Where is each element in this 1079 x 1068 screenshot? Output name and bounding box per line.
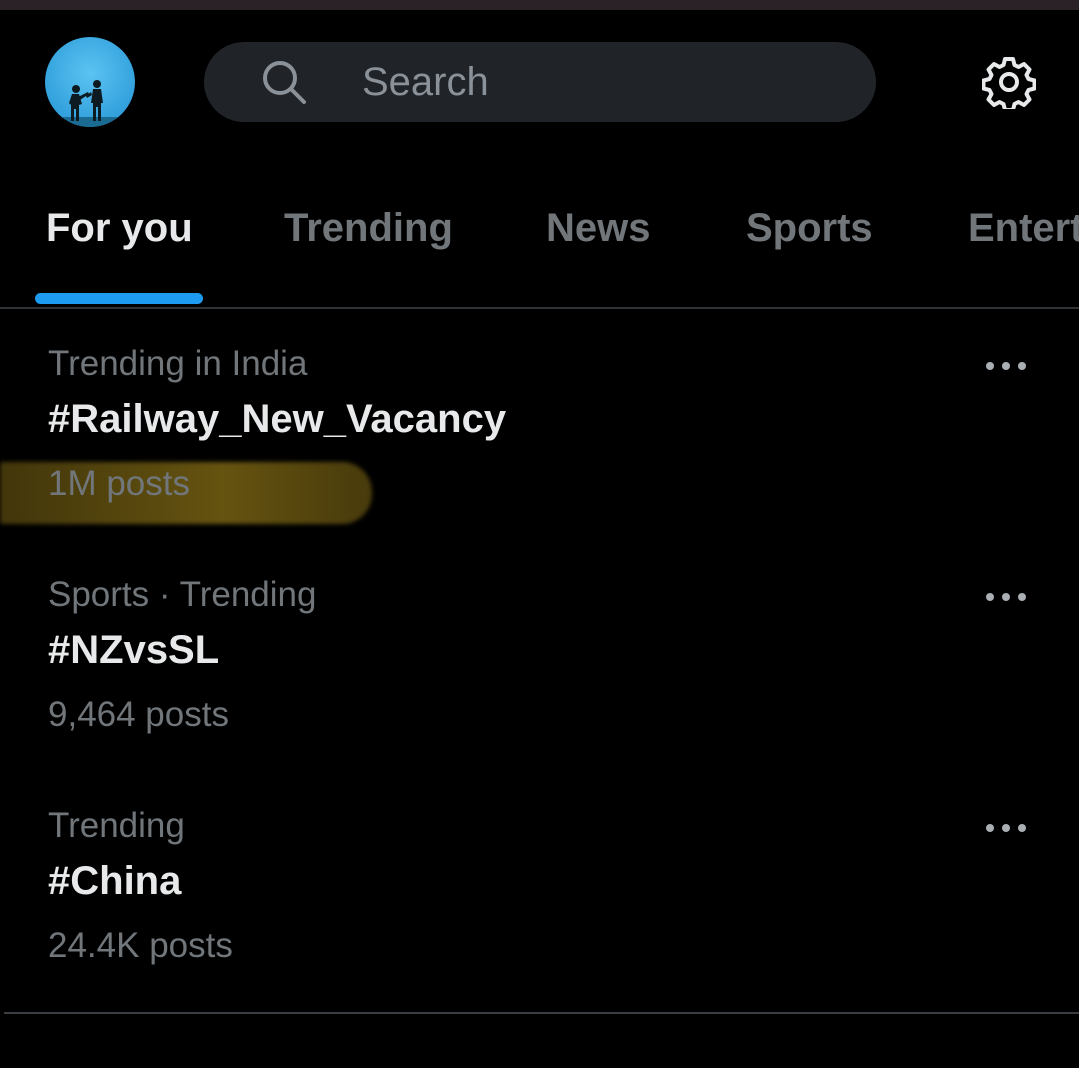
trend-context: Trending in India [48, 344, 308, 383]
trend-item[interactable]: Trending #China 24.4K posts [0, 806, 1079, 1016]
trend-context: Sports · Trending [48, 575, 317, 614]
trend-item[interactable]: Trending in India #Railway_New_Vacancy 1… [0, 344, 1079, 554]
more-options-icon[interactable] [984, 587, 1028, 607]
profile-avatar[interactable] [45, 37, 135, 127]
list-divider [4, 1012, 1079, 1014]
search-input[interactable] [362, 54, 842, 110]
more-options-icon[interactable] [984, 818, 1028, 838]
search-bar[interactable] [204, 42, 876, 122]
trend-topic: #Railway_New_Vacancy [48, 397, 507, 441]
tabs-divider [0, 307, 1079, 309]
tab-news[interactable]: News [546, 206, 651, 251]
trend-item[interactable]: Sports · Trending #NZvsSL 9,464 posts [0, 575, 1079, 785]
top-status-strip [0, 0, 1079, 10]
trend-post-count: 1M posts [48, 464, 190, 503]
search-icon [263, 61, 306, 104]
avatar-image [45, 37, 135, 127]
more-options-icon[interactable] [984, 356, 1028, 376]
trend-post-count: 9,464 posts [48, 695, 229, 734]
trend-post-count: 24.4K posts [48, 926, 233, 965]
trend-topic: #NZvsSL [48, 628, 220, 672]
tab-sports[interactable]: Sports [746, 206, 873, 251]
tab-entertainment[interactable]: Entert [968, 206, 1079, 251]
explore-tabs: For you Trending News Sports Entert [0, 180, 1079, 308]
active-tab-indicator [35, 293, 203, 304]
tab-trending[interactable]: Trending [284, 206, 453, 251]
trend-context: Trending [48, 806, 185, 845]
gear-icon[interactable] [982, 55, 1036, 109]
tab-for-you[interactable]: For you [46, 206, 193, 251]
trend-topic: #China [48, 859, 182, 903]
